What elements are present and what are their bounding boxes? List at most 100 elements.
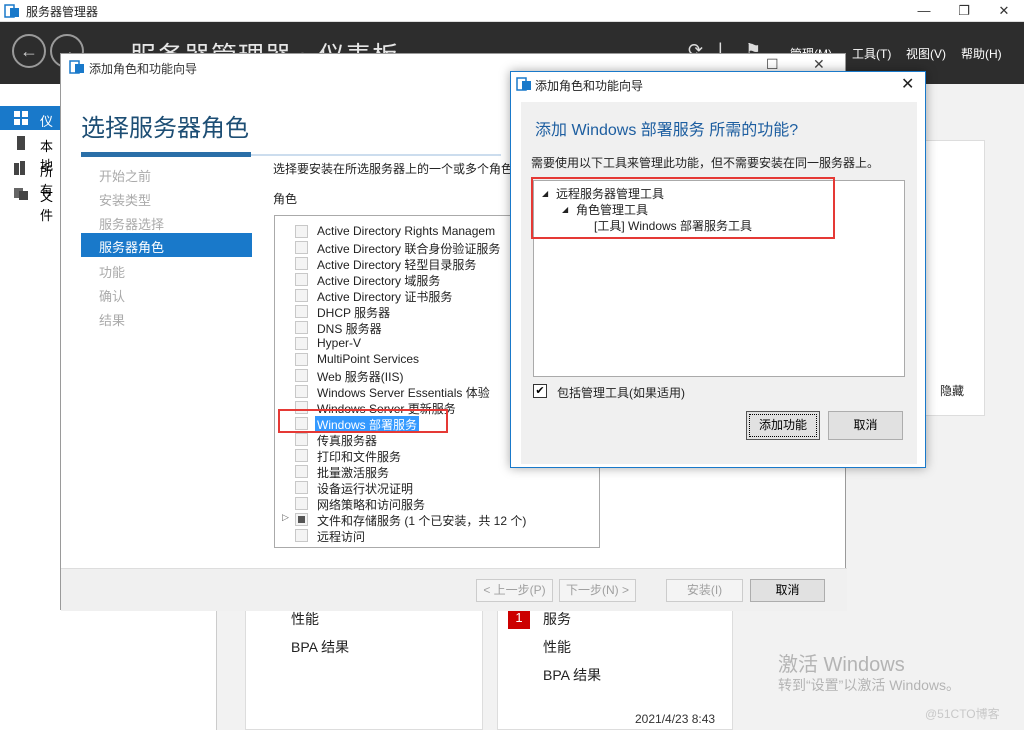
dialog-title: 添加角色和功能向导 [535, 79, 644, 93]
role-checkbox[interactable] [295, 305, 308, 318]
servers-icon [14, 161, 25, 175]
minimize-icon[interactable]: — [904, 0, 944, 22]
role-checkbox[interactable] [295, 225, 308, 238]
tile-perf-label[interactable]: 性能 [291, 609, 319, 629]
role-checkbox[interactable] [295, 465, 308, 478]
highlight-box-windows-deployment [278, 409, 448, 433]
wizard-cancel-button[interactable]: 取消 [750, 579, 825, 602]
role-checkbox[interactable] [295, 481, 308, 494]
role-label[interactable]: Active Directory 域服务 [317, 272, 440, 289]
role-label[interactable]: Active Directory Rights Managem [317, 224, 495, 238]
add-features-button[interactable]: 添加功能 [746, 411, 820, 440]
restore-icon[interactable]: ❐ [944, 0, 984, 22]
step-server-roles[interactable]: 服务器角色 [81, 233, 252, 257]
include-tools-checkbox[interactable]: ✔ [533, 384, 547, 398]
role-label[interactable]: 远程访问 [317, 528, 365, 545]
role-label[interactable]: 文件和存储服务 (1 个已安装，共 12 个) [317, 512, 526, 529]
tile-bpa-label[interactable]: BPA 结果 [543, 665, 601, 685]
highlight-box-feature-tree [531, 177, 835, 239]
role-checkbox[interactable] [295, 273, 308, 286]
tile-services-label[interactable]: 服务 [543, 609, 571, 629]
menu-view[interactable]: 视图(V) [906, 45, 946, 62]
dialog-description: 需要使用以下工具来管理此功能，但不需要安装在同一服务器上。 [531, 156, 880, 170]
role-label[interactable]: 打印和文件服务 [317, 448, 401, 465]
file-services-icon [14, 188, 28, 200]
role-checkbox[interactable] [295, 321, 308, 334]
role-label[interactable]: Web 服务器(IIS) [317, 368, 403, 385]
role-checkbox[interactable] [295, 385, 308, 398]
step-installation-type[interactable]: 安装类型 [99, 190, 151, 209]
dashboard-icon [14, 111, 28, 125]
sidebar-item-local-server[interactable]: 本地 [0, 131, 64, 173]
role-label[interactable]: Active Directory 联合身份验证服务 [317, 240, 500, 257]
server-icon [17, 136, 25, 150]
install-button[interactable]: 安装(I) [666, 579, 743, 602]
role-row[interactable]: ▷ 文件和存储服务 (1 个已安装，共 12 个) [275, 511, 581, 529]
role-checkbox[interactable] [295, 449, 308, 462]
activation-watermark-text: 转到“设置”以激活 Windows。 [778, 677, 961, 693]
sidebar-item-dashboard[interactable]: 仪表 [0, 106, 64, 148]
role-row[interactable]: 网络策略和访问服务 [275, 495, 581, 513]
dialog-app-icon [516, 77, 531, 91]
role-label[interactable]: DNS 服务器 [317, 320, 382, 337]
window-title: 服务器管理器 [26, 5, 99, 19]
next-button[interactable]: 下一步(N) > [559, 579, 636, 602]
server-manager-app-icon [4, 4, 19, 18]
dialog-cancel-button[interactable]: 取消 [828, 411, 903, 440]
activation-watermark-title: 激活 Windows [778, 654, 905, 676]
wizard-description: 选择要安装在所选服务器上的一个或多个角色 [273, 162, 514, 176]
menu-tools[interactable]: 工具(T) [852, 45, 891, 62]
wizard-title: 添加角色和功能向导 [89, 62, 198, 76]
role-label[interactable]: DHCP 服务器 [317, 304, 390, 321]
role-row[interactable]: 设备运行状况证明 [275, 479, 581, 497]
include-tools-label[interactable]: 包括管理工具(如果适用) [557, 384, 685, 401]
welcome-side-panel [925, 140, 985, 416]
step-before-you-begin[interactable]: 开始之前 [99, 166, 151, 185]
server-manager-sidebar: 仪表 本地 所有 文件 [0, 84, 64, 730]
role-label[interactable]: Windows Server Essentials 体验 [317, 384, 490, 401]
hide-link[interactable]: 隐藏 [940, 382, 964, 399]
tile-perf-label[interactable]: 性能 [543, 637, 571, 657]
step-label: 服务器角色 [99, 240, 165, 255]
role-label[interactable]: 批量激活服务 [317, 464, 389, 481]
tile-bpa-label[interactable]: BPA 结果 [291, 637, 349, 657]
role-label[interactable]: Active Directory 轻型目录服务 [317, 256, 476, 273]
heading-accent-bar [81, 152, 251, 157]
role-checkbox[interactable] [295, 433, 308, 446]
role-checkbox[interactable] [295, 337, 308, 350]
role-checkbox[interactable] [295, 257, 308, 270]
close-window-icon[interactable]: ✕ [984, 0, 1024, 22]
sidebar-item-all-servers[interactable]: 所有 [0, 156, 64, 198]
dialog-body: 添加 Windows 部署服务 所需的功能? 需要使用以下工具来管理此功能，但不… [521, 102, 917, 464]
role-checkbox[interactable] [295, 289, 308, 302]
previous-button[interactable]: < 上一步(P) [476, 579, 553, 602]
role-label[interactable]: Hyper-V [317, 336, 361, 350]
role-label[interactable]: 设备运行状况证明 [317, 480, 413, 497]
step-results[interactable]: 结果 [99, 310, 125, 329]
role-checkbox[interactable] [295, 529, 308, 542]
add-features-dialog: 添加角色和功能向导 ✕ 添加 Windows 部署服务 所需的功能? 需要使用以… [510, 71, 926, 468]
role-label[interactable]: Active Directory 证书服务 [317, 288, 452, 305]
menu-help[interactable]: 帮助(H) [961, 45, 1002, 62]
step-features[interactable]: 功能 [99, 262, 125, 281]
role-label[interactable]: MultiPoint Services [317, 352, 419, 366]
role-label[interactable]: 网络策略和访问服务 [317, 496, 425, 513]
expand-arrow-icon[interactable]: ▷ [282, 512, 289, 523]
role-checkbox[interactable] [295, 241, 308, 254]
role-checkbox[interactable] [295, 353, 308, 366]
role-row[interactable]: 远程访问 [275, 527, 581, 545]
site-watermark: @51CTO博客 [925, 707, 1000, 721]
server-manager-titlebar: 服务器管理器 — ❐ ✕ [0, 0, 1024, 22]
sidebar-item-file-services[interactable]: 文件 [0, 181, 64, 223]
back-arrow-icon[interactable]: ← [12, 34, 46, 68]
role-checkbox[interactable] [295, 497, 308, 510]
heading-accent-line [251, 154, 501, 156]
role-label[interactable]: 传真服务器 [317, 432, 377, 449]
role-checkbox[interactable] [295, 513, 308, 526]
step-confirmation[interactable]: 确认 [99, 286, 125, 305]
step-server-selection[interactable]: 服务器选择 [99, 214, 164, 233]
dialog-close-icon[interactable]: ✕ [901, 74, 914, 94]
dialog-heading: 添加 Windows 部署服务 所需的功能? [535, 122, 799, 139]
roles-heading: 角色 [273, 192, 298, 206]
role-checkbox[interactable] [295, 369, 308, 382]
